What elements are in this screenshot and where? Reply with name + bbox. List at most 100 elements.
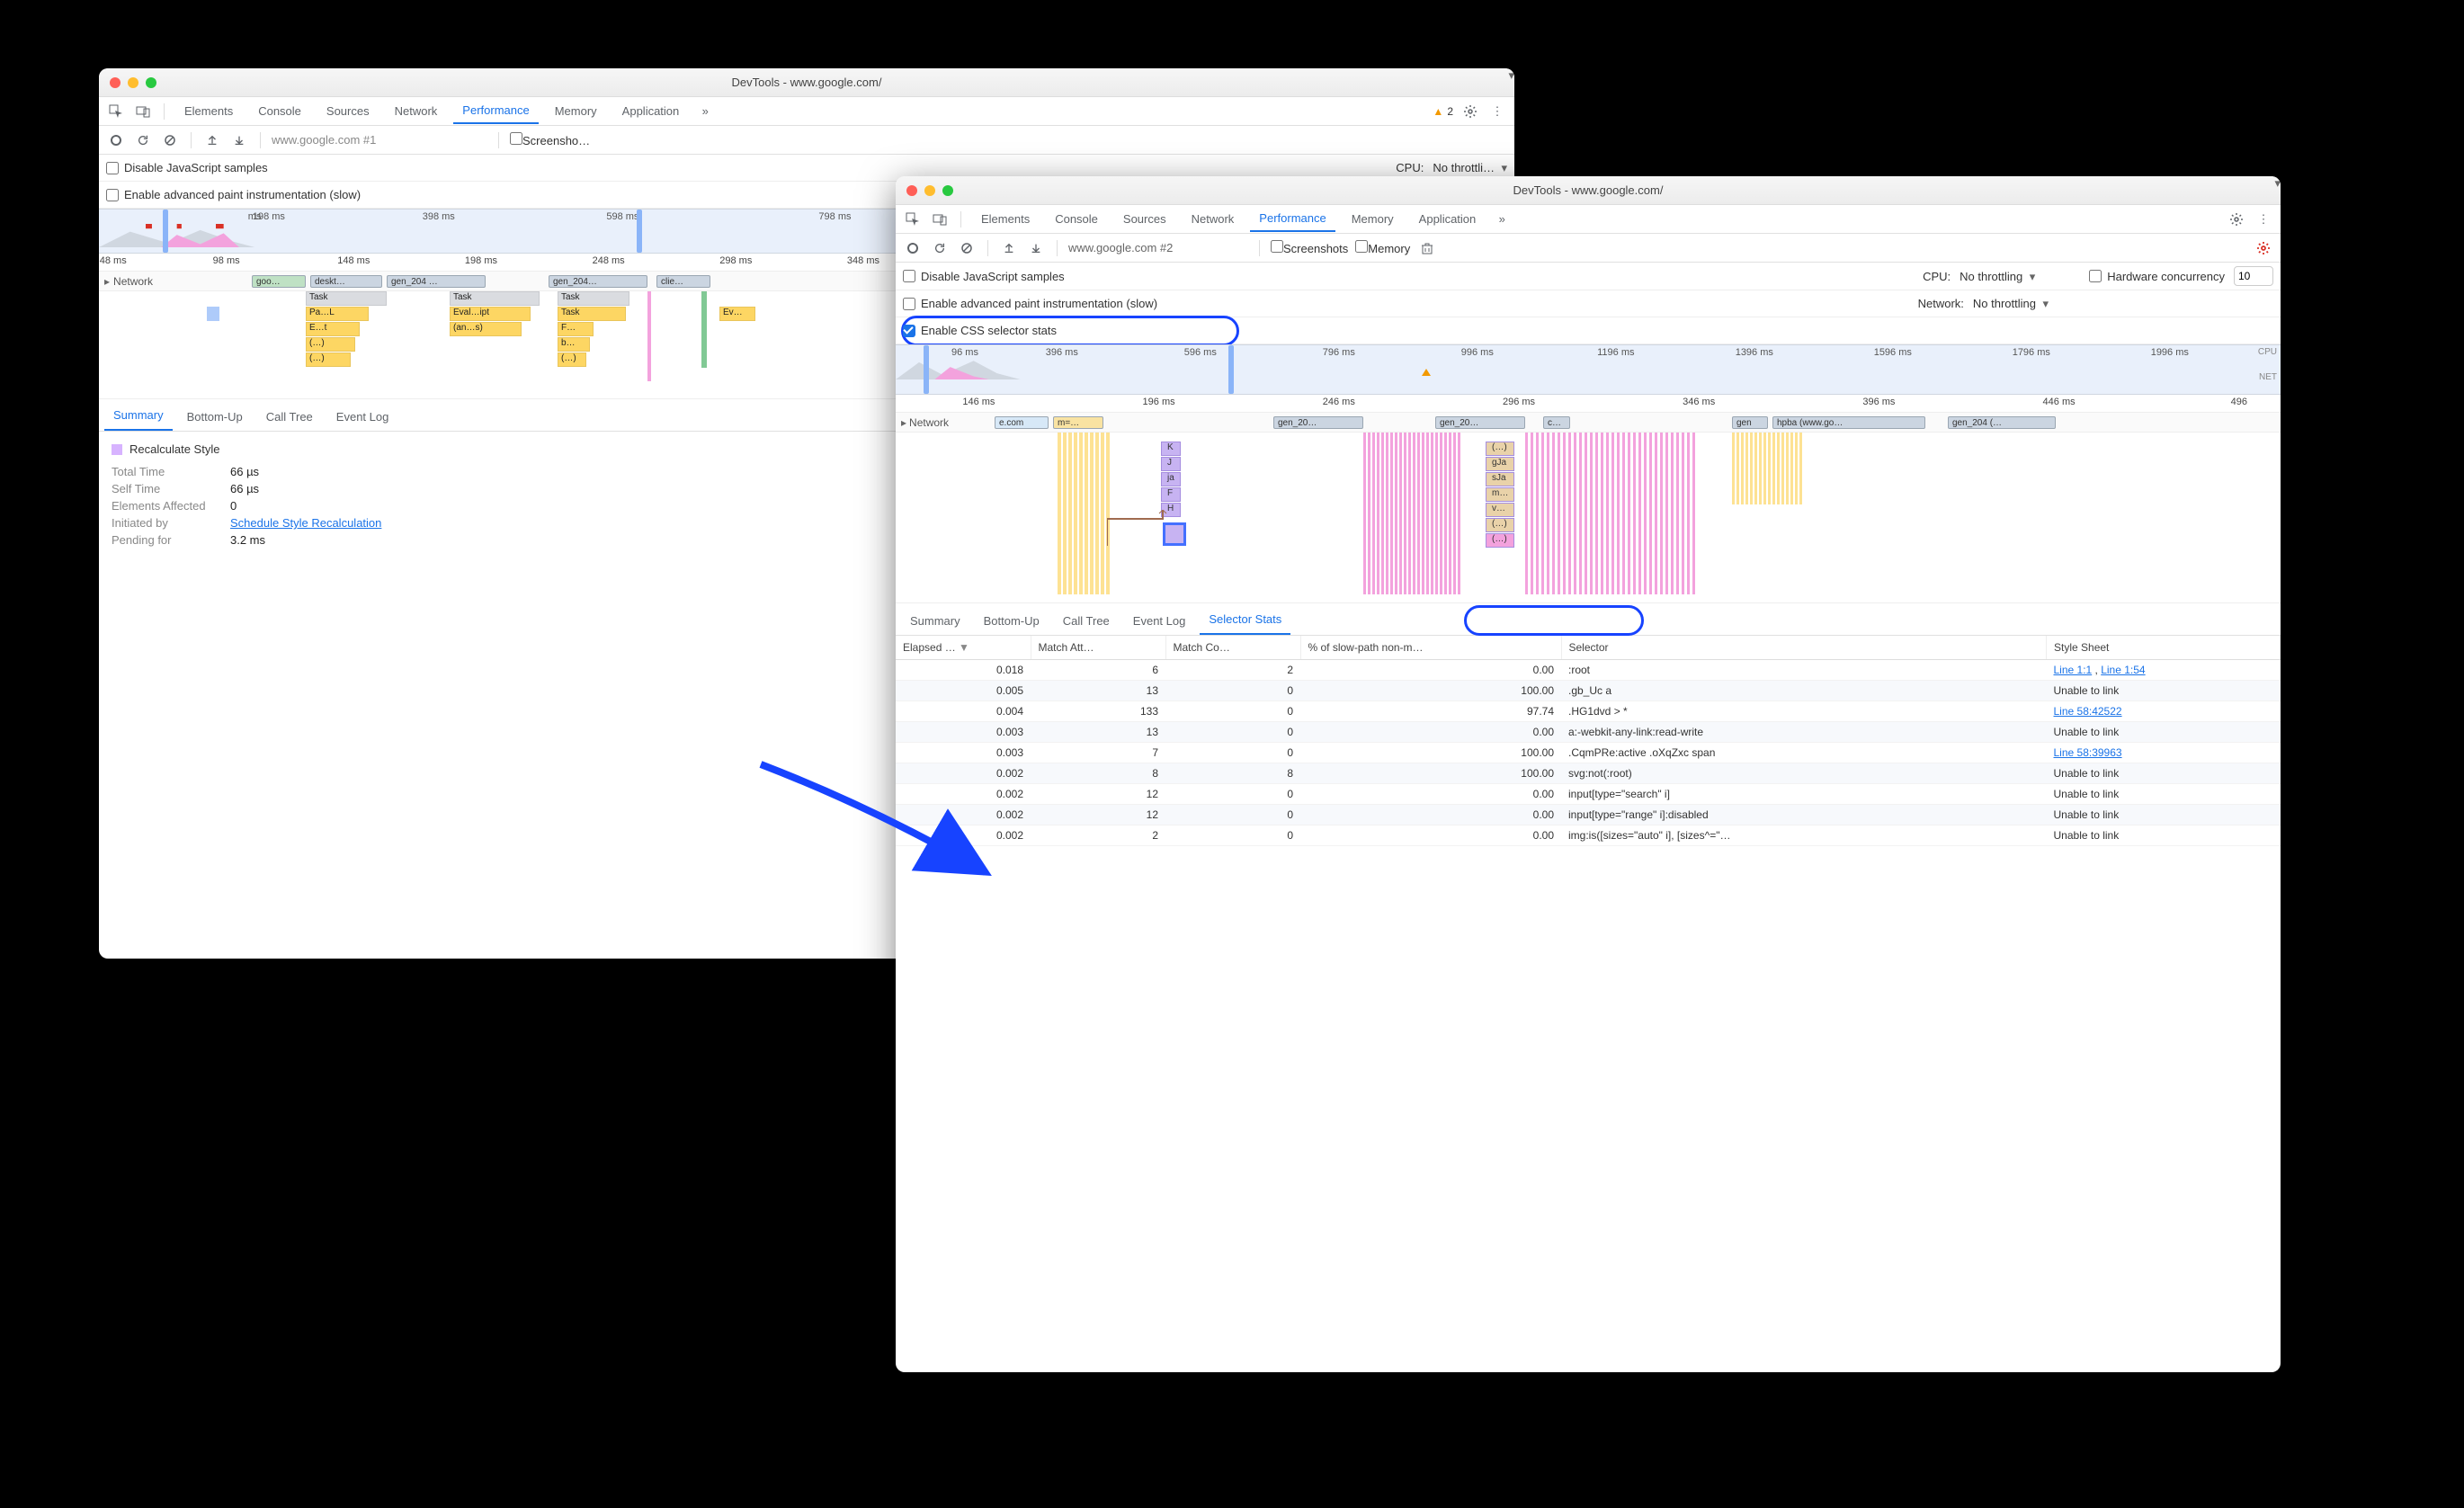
col-elapsed[interactable]: Elapsed … ▼ xyxy=(896,636,1031,660)
stats-row[interactable]: 0.00288100.00svg:not(:root)Unable to lin… xyxy=(896,763,2281,784)
tab-sources[interactable]: Sources xyxy=(1114,207,1175,231)
summary-tab[interactable]: Summary xyxy=(901,607,969,635)
initiated-by-link[interactable]: Schedule Style Recalculation xyxy=(230,516,381,530)
kebab-menu-icon[interactable]: ⋮ xyxy=(1487,102,1507,121)
stats-row[interactable]: 0.004133097.74.HG1dvd > *Line 58:42522 xyxy=(896,701,2281,722)
settings-gear-icon[interactable] xyxy=(2254,238,2273,258)
cpu-throttle-select[interactable]: No throttling xyxy=(1960,270,2035,283)
stats-row[interactable]: 0.00370100.00.CqmPRe:active .oXqZxc span… xyxy=(896,743,2281,763)
device-mode-icon[interactable] xyxy=(133,102,153,121)
tab-memory[interactable]: Memory xyxy=(546,99,606,123)
col-attempts[interactable]: Match Att… xyxy=(1031,636,1165,660)
flame-stack[interactable]: K J ja F H xyxy=(1161,442,1181,517)
download-icon[interactable] xyxy=(1026,238,1046,258)
zoom-button[interactable] xyxy=(942,185,953,196)
disable-js-checkbox[interactable]: Disable JavaScript samples xyxy=(106,161,268,174)
tab-network[interactable]: Network xyxy=(386,99,447,123)
tab-sources[interactable]: Sources xyxy=(317,99,379,123)
tab-network[interactable]: Network xyxy=(1183,207,1244,231)
upload-icon[interactable] xyxy=(202,130,222,150)
bottomup-tab[interactable]: Bottom-Up xyxy=(975,607,1049,635)
tab-performance[interactable]: Performance xyxy=(453,98,538,124)
col-sheet[interactable]: Style Sheet xyxy=(2047,636,2281,660)
enable-css-selector-stats-checkbox[interactable]: Enable CSS selector stats xyxy=(903,324,1057,337)
screenshots-checkbox[interactable]: Screensho… xyxy=(510,132,590,147)
stats-row[interactable]: 0.002200.00img:is([sizes="auto" i], [siz… xyxy=(896,825,2281,846)
advanced-paint-checkbox[interactable]: Enable advanced paint instrumentation (s… xyxy=(903,297,1157,310)
garbage-collect-icon[interactable] xyxy=(1417,238,1437,258)
upload-icon[interactable] xyxy=(999,238,1019,258)
kebab-menu-icon[interactable]: ⋮ xyxy=(2254,210,2273,229)
flame-chart[interactable]: K J ja F H (…) gJa sJa m… v… (…) (…) xyxy=(896,433,2281,603)
overview-handle-left[interactable] xyxy=(924,345,929,394)
inspect-icon[interactable] xyxy=(106,102,126,121)
tab-application[interactable]: Application xyxy=(613,99,689,123)
device-mode-icon[interactable] xyxy=(930,210,950,229)
tab-application[interactable]: Application xyxy=(1410,207,1486,231)
style-sheet-link[interactable]: Line 58:39963 xyxy=(2054,746,2122,759)
time-ruler[interactable]: 146 ms 196 ms 246 ms 296 ms 346 ms 396 m… xyxy=(896,395,2281,413)
tab-performance[interactable]: Performance xyxy=(1250,206,1335,232)
tab-memory[interactable]: Memory xyxy=(1343,207,1403,231)
tab-console[interactable]: Console xyxy=(249,99,310,123)
network-throttle-select[interactable]: No throttling xyxy=(1973,297,2049,310)
reload-icon[interactable] xyxy=(930,238,950,258)
eventlog-tab[interactable]: Event Log xyxy=(327,403,398,431)
stats-row[interactable]: 0.018620.00:rootLine 1:1 , Line 1:54 xyxy=(896,660,2281,681)
summary-tab[interactable]: Summary xyxy=(104,401,173,431)
stats-row[interactable]: 0.005130100.00.gb_Uc aUnable to link xyxy=(896,681,2281,701)
timeline-overview[interactable]: 96 ms 396 ms 596 ms 796 ms 996 ms 1196 m… xyxy=(896,344,2281,395)
overview-handle-right[interactable] xyxy=(637,210,642,253)
memory-checkbox[interactable]: Memory xyxy=(1355,240,1410,255)
tab-elements[interactable]: Elements xyxy=(175,99,242,123)
clear-icon[interactable] xyxy=(160,130,180,150)
tab-elements[interactable]: Elements xyxy=(972,207,1039,231)
minimize-button[interactable] xyxy=(924,185,935,196)
recording-selector[interactable]: www.google.com #2 xyxy=(1068,241,1248,254)
tab-console[interactable]: Console xyxy=(1046,207,1107,231)
download-icon[interactable] xyxy=(229,130,249,150)
record-icon[interactable] xyxy=(106,130,126,150)
stats-row[interactable]: 0.0021200.00input[type="search" i]Unable… xyxy=(896,784,2281,805)
reload-icon[interactable] xyxy=(133,130,153,150)
network-track[interactable]: ▸ Network e.com m=… gen_20… gen_20… c… g… xyxy=(896,413,2281,433)
stats-row[interactable]: 0.0031300.00a:-webkit-any-link:read-writ… xyxy=(896,722,2281,743)
overview-handle-right[interactable] xyxy=(1228,345,1234,394)
flame-stack-right[interactable]: (…) gJa sJa m… v… (…) (…) xyxy=(1486,442,1514,548)
bottomup-tab[interactable]: Bottom-Up xyxy=(178,403,252,431)
count-cell: 0 xyxy=(1165,722,1300,743)
zoom-button[interactable] xyxy=(146,77,156,88)
more-tabs-icon[interactable]: » xyxy=(695,102,715,121)
screenshots-checkbox[interactable]: Screenshots xyxy=(1271,240,1348,255)
minimize-button[interactable] xyxy=(128,77,138,88)
hw-concurrency-checkbox[interactable]: Hardware concurrency xyxy=(2089,270,2225,283)
eventlog-tab[interactable]: Event Log xyxy=(1124,607,1195,635)
more-tabs-icon[interactable]: » xyxy=(1492,210,1512,229)
record-icon[interactable] xyxy=(903,238,923,258)
style-sheet-link[interactable]: Line 1:54 xyxy=(2101,664,2145,676)
col-count[interactable]: Match Co… xyxy=(1165,636,1300,660)
calltree-tab[interactable]: Call Tree xyxy=(1054,607,1119,635)
cpu-label: CPU: xyxy=(1396,161,1424,174)
warning-badge[interactable]: ▲2 xyxy=(1433,105,1453,118)
style-sheet-link[interactable]: Line 58:42522 xyxy=(2054,705,2122,718)
advanced-paint-checkbox[interactable]: Enable advanced paint instrumentation (s… xyxy=(106,188,361,201)
disable-js-checkbox[interactable]: Disable JavaScript samples xyxy=(903,270,1065,283)
inspect-icon[interactable] xyxy=(903,210,923,229)
cpu-throttle-select[interactable]: No throttli… xyxy=(1433,161,1507,174)
close-button[interactable] xyxy=(110,77,121,88)
clear-icon[interactable] xyxy=(957,238,977,258)
col-slow[interactable]: % of slow-path non-m… xyxy=(1300,636,1561,660)
col-selector[interactable]: Selector xyxy=(1561,636,2047,660)
selector-stats-tab[interactable]: Selector Stats xyxy=(1200,605,1290,635)
selector-stats-table[interactable]: Elapsed … ▼ Match Att… Match Co… % of sl… xyxy=(896,636,2281,846)
overview-handle-left[interactable] xyxy=(163,210,168,253)
style-sheet-link[interactable]: Line 1:1 xyxy=(2054,664,2093,676)
stats-row[interactable]: 0.0021200.00input[type="range" i]:disabl… xyxy=(896,805,2281,825)
settings-icon[interactable] xyxy=(2227,210,2246,229)
calltree-tab[interactable]: Call Tree xyxy=(257,403,322,431)
recording-selector[interactable]: www.google.com #1 xyxy=(272,133,487,147)
settings-icon[interactable] xyxy=(1460,102,1480,121)
close-button[interactable] xyxy=(906,185,917,196)
hw-concurrency-input[interactable] xyxy=(2234,266,2273,286)
